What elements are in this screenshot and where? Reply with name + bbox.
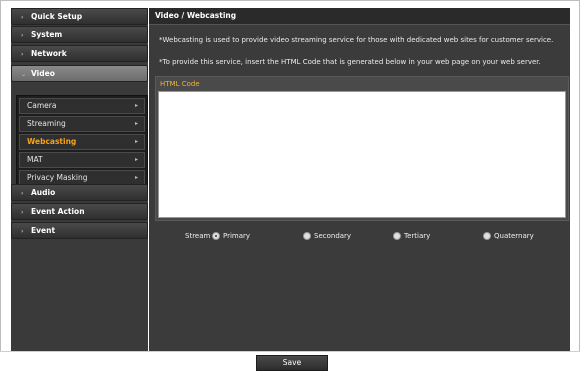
radio-label: Quaternary [494,232,534,240]
menu-label: Video [31,69,55,78]
stream-option-tertiary[interactable]: Tertiary [393,232,430,240]
menu-label: Event Action [31,207,85,216]
menu-quick-setup[interactable]: › Quick Setup [11,8,148,25]
radio-unchecked-icon[interactable] [393,232,401,240]
arrow-right-icon: ▸ [134,174,138,181]
chevron-right-icon: › [21,14,24,21]
menu-label: System [31,30,63,39]
submenu-label: Camera [27,101,57,110]
description-note-2: *To provide this service, insert the HTM… [159,58,541,66]
video-submenu: Camera ▸ Streaming ▸ Webcasting ▸ MAT ▸ … [16,95,148,188]
menu-event-action[interactable]: › Event Action [11,203,148,220]
stream-option-primary[interactable]: Primary [212,232,250,240]
menu-audio[interactable]: › Audio [11,184,148,201]
html-code-panel: HTML Code [155,76,569,221]
submenu-streaming[interactable]: Streaming ▸ [19,116,145,132]
submenu-webcasting[interactable]: Webcasting ▸ [19,134,145,150]
chevron-right-icon: › [21,209,24,216]
radio-label: Tertiary [404,232,431,240]
arrow-right-icon: ▸ [134,102,138,109]
submenu-mat[interactable]: MAT ▸ [19,152,145,168]
menu-network[interactable]: › Network [11,45,148,62]
menu-video[interactable]: ⌄ Video [11,65,148,82]
radio-unchecked-icon[interactable] [303,232,311,240]
chevron-right-icon: › [21,190,24,197]
html-code-label: HTML Code [160,80,200,88]
chevron-right-icon: › [21,51,24,58]
description-note-1: *Webcasting is used to provide video str… [159,36,554,44]
menu-label: Quick Setup [31,12,83,21]
menu-label: Event [31,226,56,235]
stream-label: Stream [185,232,211,240]
submenu-label: Privacy Masking [27,173,88,182]
sidebar: › Quick Setup › System › Network ⌄ Video Cam… [11,8,148,351]
stream-option-quaternary[interactable]: Quaternary [483,232,534,240]
html-code-textarea[interactable] [158,91,566,218]
radio-unchecked-icon[interactable] [483,232,491,240]
menu-label: Network [31,49,67,58]
arrow-right-icon: ▸ [134,156,138,163]
submenu-label: MAT [27,155,43,164]
chevron-right-icon: › [21,228,24,235]
submenu-label: Streaming [27,119,66,128]
arrow-right-icon: ▸ [134,138,138,145]
main-panel: Video / Webcasting *Webcasting is used t… [149,8,570,351]
radio-label: Primary [223,232,251,240]
arrow-right-icon: ▸ [134,120,138,127]
menu-event[interactable]: › Event [11,222,148,239]
page-title: Video / Webcasting [149,8,570,25]
submenu-label: Webcasting [27,137,77,146]
save-button[interactable]: Save [256,355,328,371]
radio-checked-icon[interactable] [212,232,220,240]
chevron-down-icon: ⌄ [21,71,27,78]
stream-option-secondary[interactable]: Secondary [303,232,351,240]
menu-system[interactable]: › System [11,26,148,43]
menu-label: Audio [31,188,56,197]
chevron-right-icon: › [21,32,24,39]
radio-label: Secondary [314,232,352,240]
submenu-camera[interactable]: Camera ▸ [19,98,145,114]
